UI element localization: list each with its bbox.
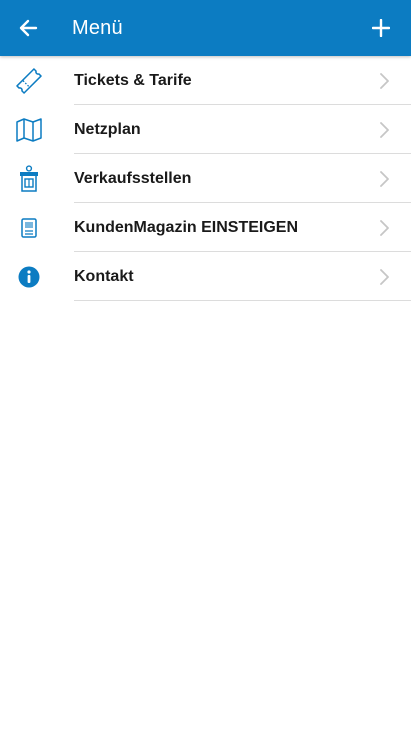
chevron-right-icon	[380, 220, 389, 236]
back-button[interactable]	[8, 8, 48, 48]
map-icon	[14, 116, 44, 144]
sales-kiosk-icon	[14, 165, 44, 193]
info-icon	[14, 263, 44, 291]
magazine-icon	[14, 214, 44, 242]
plus-icon	[372, 19, 390, 37]
menu-item-kundenmagazin[interactable]: KundenMagazin EINSTEIGEN	[0, 203, 411, 252]
page-title: Menü	[72, 17, 123, 39]
menu-item-label: Kontakt	[74, 268, 134, 285]
menu-item-tickets[interactable]: Tickets & Tarife	[0, 56, 411, 105]
top-app-bar: Menü	[0, 0, 411, 56]
chevron-right-icon	[380, 269, 389, 285]
chevron-right-icon	[380, 73, 389, 89]
menu-item-label: KundenMagazin EINSTEIGEN	[74, 219, 299, 236]
menu-list: Tickets & Tarife Netzplan Verkaufsstelle…	[0, 56, 411, 301]
divider	[74, 300, 411, 301]
arrow-left-icon	[19, 19, 38, 37]
ticket-icon	[14, 67, 44, 95]
chevron-right-icon	[380, 122, 389, 138]
menu-item-label: Tickets & Tarife	[74, 72, 192, 89]
add-button[interactable]	[361, 8, 401, 48]
menu-item-label: Netzplan	[74, 121, 141, 138]
chevron-right-icon	[380, 171, 389, 187]
menu-item-verkaufsstellen[interactable]: Verkaufsstellen	[0, 154, 411, 203]
menu-item-kontakt[interactable]: Kontakt	[0, 252, 411, 301]
app-screen: Menü Tickets & Tarife Netzplan Verkaufss…	[0, 0, 411, 731]
menu-item-netzplan[interactable]: Netzplan	[0, 105, 411, 154]
menu-item-label: Verkaufsstellen	[74, 170, 192, 187]
